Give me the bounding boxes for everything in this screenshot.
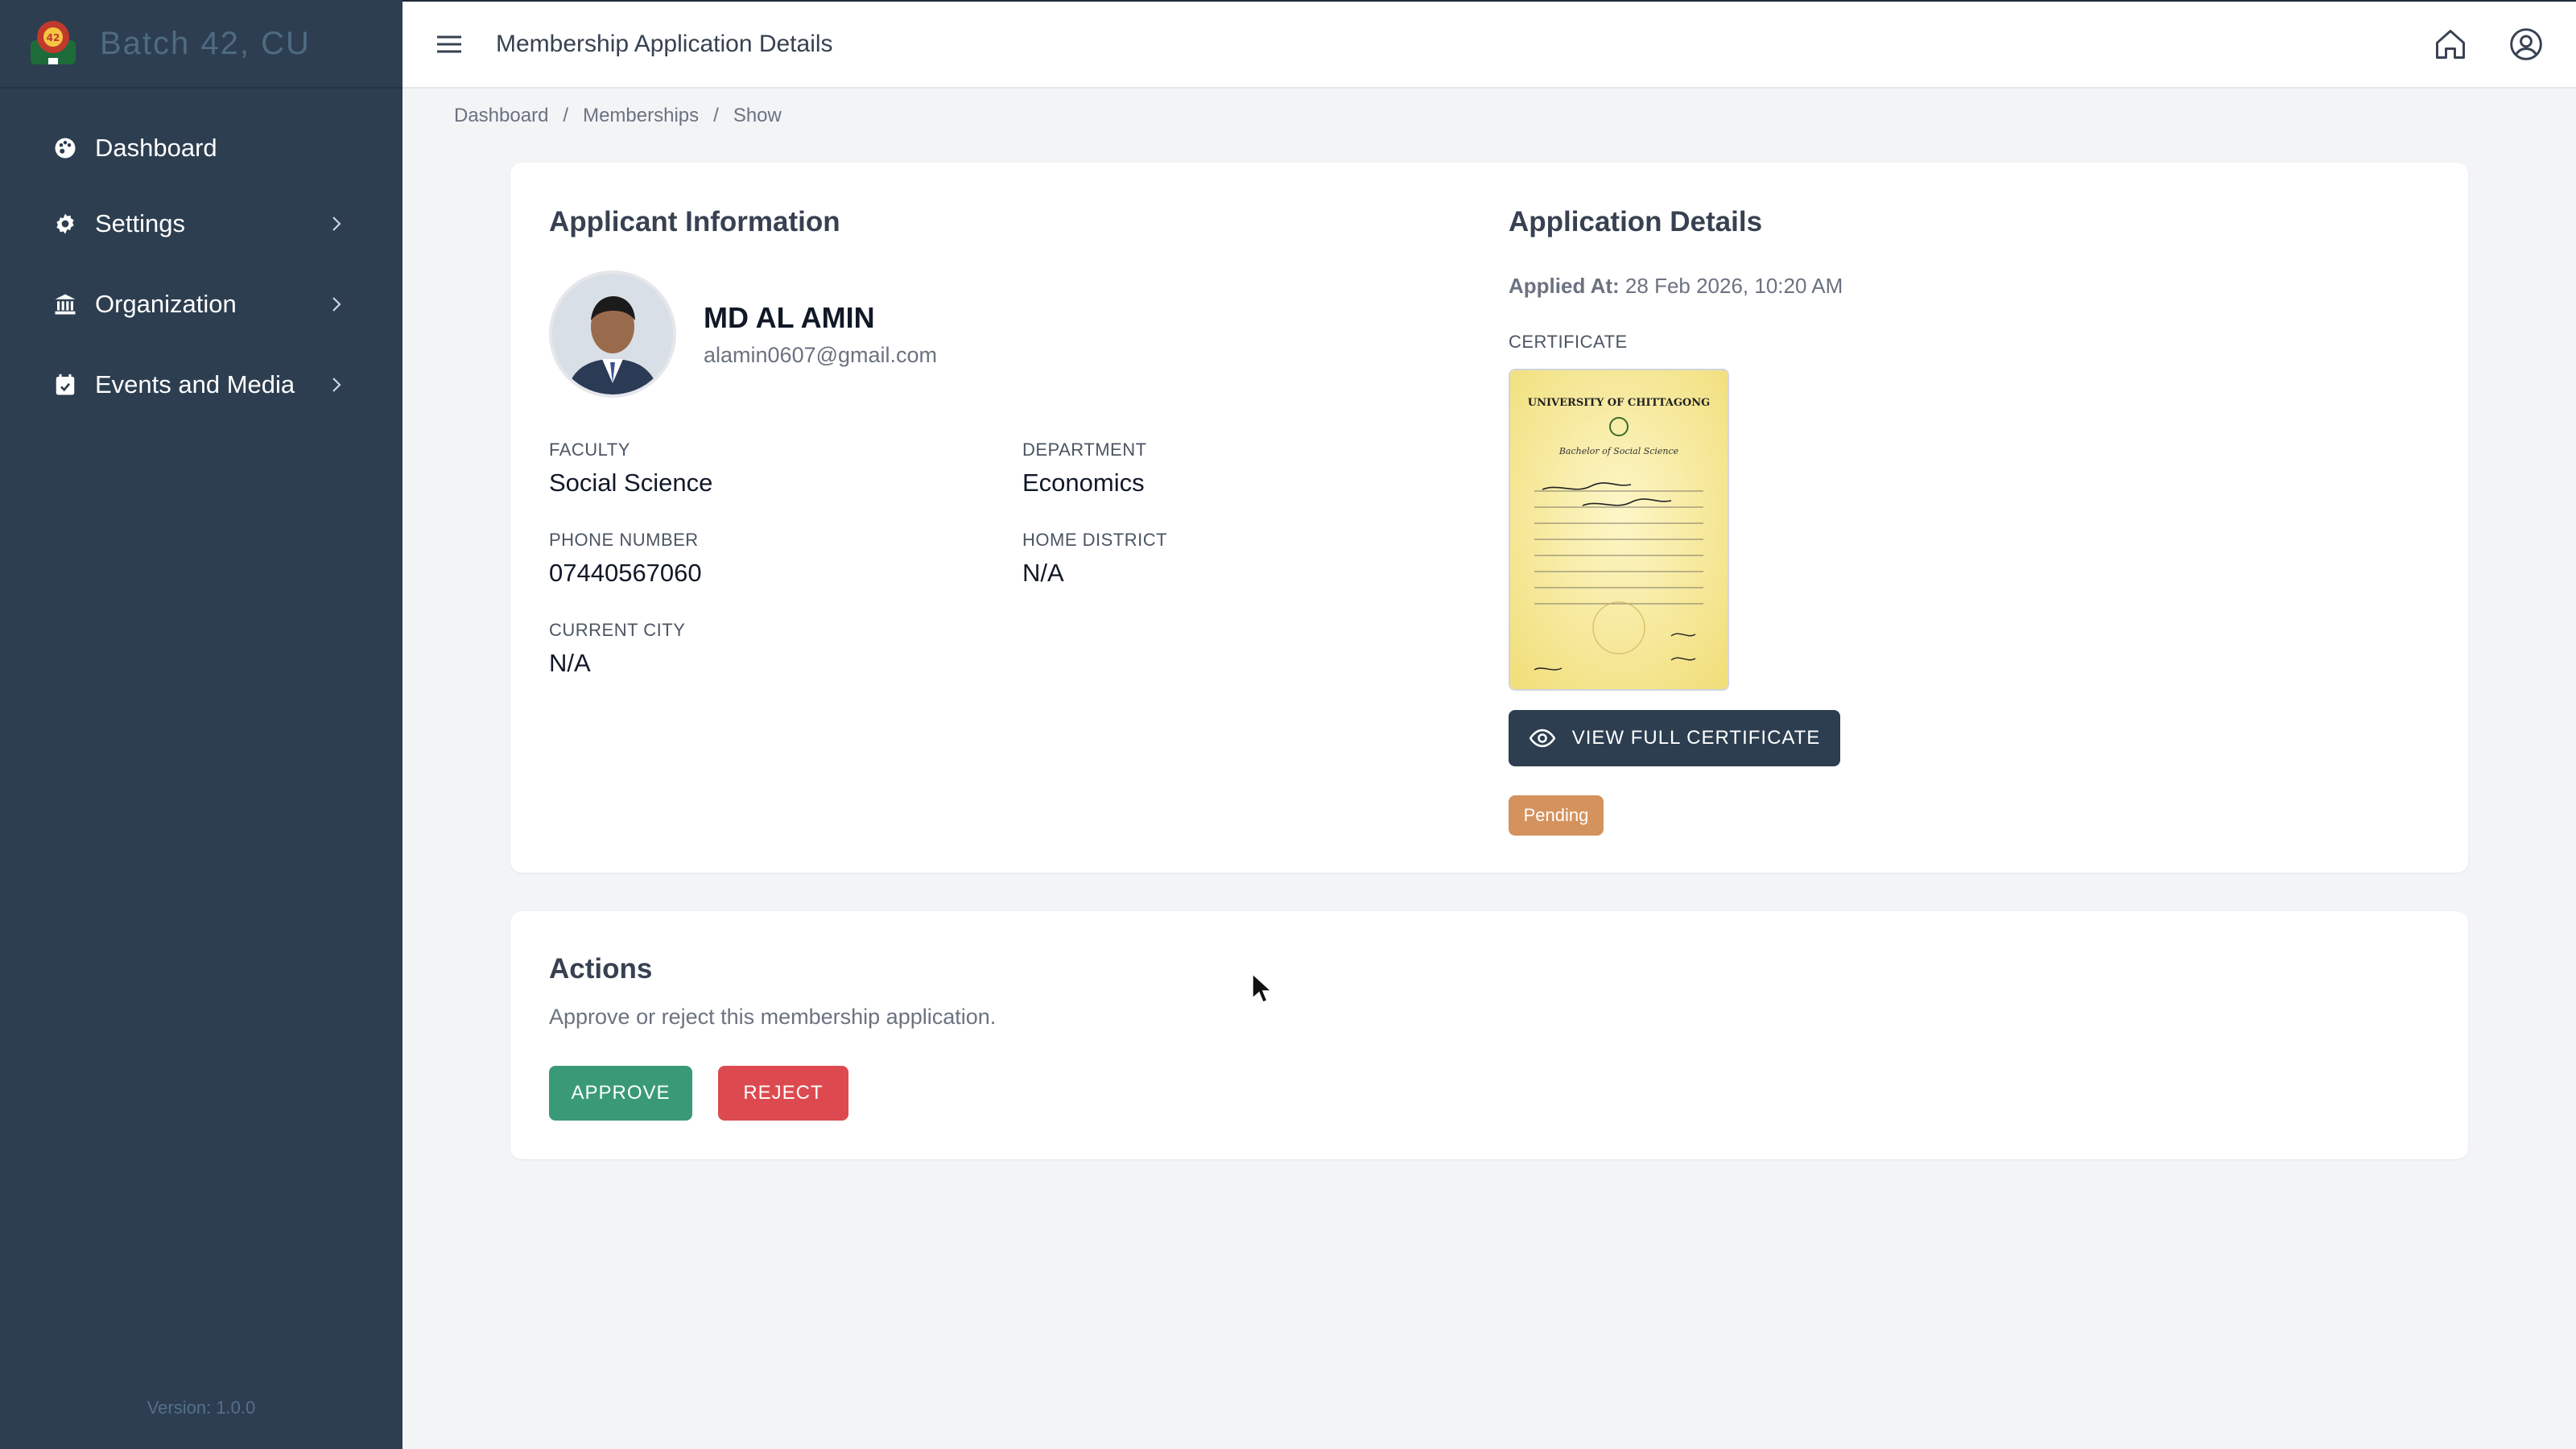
certificate-degree: Bachelor of Social Science — [1558, 446, 1679, 456]
sidebar-item-dashboard[interactable]: Dashboard — [0, 113, 402, 184]
app-version: Version: 1.0.0 — [147, 1397, 256, 1418]
breadcrumb-current: Show — [733, 105, 782, 126]
applicant-name: MD AL AMIN — [704, 301, 875, 334]
breadcrumb-separator: / — [563, 105, 569, 126]
view-full-certificate-label: VIEW FULL CERTIFICATE — [1571, 727, 1821, 749]
sidebar: 42 Batch 42, CU Dashboard Settings Organ… — [0, 0, 402, 1449]
eye-icon — [1529, 729, 1556, 748]
applied-at-value: 28 Feb 2026, 10:20 AM — [1624, 274, 1843, 298]
applied-at: Applied At: 28 Feb 2026, 10:20 AM — [1509, 274, 1843, 299]
sidebar-item-events-and-media[interactable]: Events and Media — [0, 345, 402, 425]
sidebar-item-label: Organization — [95, 290, 237, 318]
brand[interactable]: 42 Batch 42, CU — [0, 0, 402, 89]
phone-label: PHONE NUMBER — [549, 530, 699, 550]
breadcrumb-dashboard[interactable]: Dashboard — [454, 105, 548, 127]
applicant-photo — [552, 274, 673, 394]
gear-icon — [52, 210, 79, 237]
avatar — [549, 270, 676, 398]
chevron-right-icon — [332, 217, 341, 231]
chevron-right-icon — [332, 378, 341, 392]
topbar-actions — [2433, 27, 2544, 62]
certificate-heading: UNIVERSITY OF CHITTAGONG — [1528, 397, 1711, 409]
phone-value: 07440567060 — [549, 559, 702, 587]
certificate-label: CERTIFICATE — [1509, 332, 1628, 352]
mouse-cursor-icon — [1252, 972, 1272, 1003]
approve-button[interactable]: APPROVE — [549, 1066, 692, 1121]
sidebar-item-label: Dashboard — [95, 134, 217, 162]
calendar-icon — [52, 371, 79, 398]
bank-icon — [52, 291, 79, 318]
actions-title: Actions — [549, 953, 653, 985]
breadcrumb-separator: / — [713, 105, 719, 126]
topbar: Membership Application Details — [402, 0, 2576, 89]
chevron-right-icon — [332, 297, 341, 312]
applicant-section-title: Applicant Information — [549, 206, 840, 237]
application-section-title: Application Details — [1509, 206, 1763, 237]
actions-card: Actions Approve or reject this membershi… — [510, 911, 2468, 1159]
breadcrumb: Dashboard / Memberships / Show — [454, 105, 782, 127]
home-district-label: HOME DISTRICT — [1022, 530, 1168, 550]
batch-logo: 42 — [31, 21, 76, 64]
sidebar-item-settings[interactable]: Settings — [0, 184, 402, 264]
sidebar-item-label: Events and Media — [95, 370, 295, 398]
actions-description: Approve or reject this membership applic… — [549, 1005, 997, 1029]
status-badge: Pending — [1509, 795, 1604, 836]
current-city-value: N/A — [549, 649, 591, 677]
menu-icon[interactable] — [435, 30, 464, 59]
faculty-label: FACULTY — [549, 440, 630, 460]
breadcrumb-memberships[interactable]: Memberships — [583, 105, 699, 127]
certificate-thumbnail[interactable]: UNIVERSITY OF CHITTAGONG Bachelor of Soc… — [1509, 369, 1729, 691]
page-title: Membership Application Details — [496, 31, 833, 57]
sidebar-item-organization[interactable]: Organization — [0, 264, 402, 345]
brand-name: Batch 42, CU — [100, 25, 311, 61]
reject-button[interactable]: REJECT — [718, 1066, 848, 1121]
application-card: Applicant Information MD AL AMIN alamin0… — [510, 163, 2468, 873]
svg-text:42: 42 — [47, 32, 60, 43]
home-icon[interactable] — [2433, 27, 2468, 62]
current-city-label: CURRENT CITY — [549, 620, 686, 640]
applicant-email: alamin0607@gmail.com — [704, 343, 938, 367]
view-full-certificate-button[interactable]: VIEW FULL CERTIFICATE — [1509, 710, 1840, 766]
department-value: Economics — [1022, 469, 1145, 497]
palette-icon — [52, 134, 79, 162]
faculty-value: Social Science — [549, 469, 713, 497]
sidebar-nav: Dashboard Settings Organization Events a… — [0, 113, 402, 425]
sidebar-item-label: Settings — [95, 209, 186, 237]
home-district-value: N/A — [1022, 559, 1064, 587]
department-label: DEPARTMENT — [1022, 440, 1147, 460]
user-circle-icon[interactable] — [2508, 27, 2544, 62]
applied-at-label: Applied At: — [1509, 274, 1620, 298]
certificate-image: UNIVERSITY OF CHITTAGONG Bachelor of Soc… — [1510, 370, 1728, 689]
